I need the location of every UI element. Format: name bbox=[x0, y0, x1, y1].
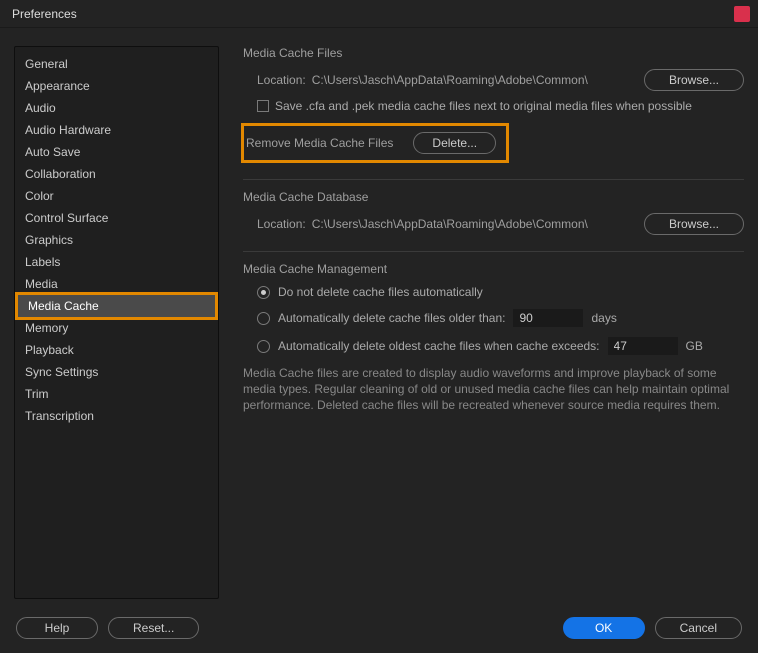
sidebar-item-color[interactable]: Color bbox=[15, 185, 218, 207]
description-text: Media Cache files are created to display… bbox=[243, 365, 744, 413]
days-unit: days bbox=[591, 311, 616, 325]
radio-label: Automatically delete oldest cache files … bbox=[278, 339, 600, 353]
save-next-to-row[interactable]: Save .cfa and .pek media cache files nex… bbox=[243, 99, 744, 113]
sidebar-item-collaboration[interactable]: Collaboration bbox=[15, 163, 218, 185]
section-title: Media Cache Files bbox=[243, 46, 744, 63]
sidebar-item-trim[interactable]: Trim bbox=[15, 383, 218, 405]
sidebar-item-media-cache[interactable]: Media Cache bbox=[18, 295, 215, 317]
radio-label: Automatically delete cache files older t… bbox=[278, 311, 505, 325]
gb-input[interactable] bbox=[608, 337, 678, 355]
divider bbox=[243, 251, 744, 252]
main-panel: Media Cache Files Location: C:\Users\Jas… bbox=[219, 46, 744, 599]
radio-icon[interactable] bbox=[257, 286, 270, 299]
section-title: Media Cache Database bbox=[243, 190, 744, 207]
location-row: Location: C:\Users\Jasch\AppData\Roaming… bbox=[243, 69, 744, 91]
sidebar-highlight: Media Cache bbox=[15, 292, 218, 320]
location-label: Location: bbox=[257, 217, 306, 231]
section-title: Media Cache Management bbox=[243, 262, 744, 279]
sidebar-item-appearance[interactable]: Appearance bbox=[15, 75, 218, 97]
radio-older-than-row[interactable]: Automatically delete cache files older t… bbox=[243, 309, 744, 327]
sidebar-item-audio[interactable]: Audio bbox=[15, 97, 218, 119]
checkbox-label: Save .cfa and .pek media cache files nex… bbox=[275, 99, 692, 113]
location-label: Location: bbox=[257, 73, 306, 87]
browse-button[interactable]: Browse... bbox=[644, 69, 744, 91]
sidebar-item-playback[interactable]: Playback bbox=[15, 339, 218, 361]
reset-button[interactable]: Reset... bbox=[108, 617, 199, 639]
location-value: C:\Users\Jasch\AppData\Roaming\Adobe\Com… bbox=[312, 217, 644, 231]
radio-icon[interactable] bbox=[257, 340, 270, 353]
close-button[interactable] bbox=[734, 6, 750, 22]
sidebar-item-labels[interactable]: Labels bbox=[15, 251, 218, 273]
help-button[interactable]: Help bbox=[16, 617, 98, 639]
checkbox-icon[interactable] bbox=[257, 100, 269, 112]
content-area: General Appearance Audio Audio Hardware … bbox=[0, 28, 758, 609]
sidebar-item-transcription[interactable]: Transcription bbox=[15, 405, 218, 427]
section-media-cache-files: Media Cache Files Location: C:\Users\Jas… bbox=[243, 46, 744, 163]
cancel-button[interactable]: Cancel bbox=[655, 617, 742, 639]
ok-button[interactable]: OK bbox=[563, 617, 645, 639]
sidebar-item-general[interactable]: General bbox=[15, 53, 218, 75]
divider bbox=[243, 179, 744, 180]
browse-button-db[interactable]: Browse... bbox=[644, 213, 744, 235]
delete-button[interactable]: Delete... bbox=[413, 132, 496, 154]
location-row: Location: C:\Users\Jasch\AppData\Roaming… bbox=[243, 213, 744, 235]
preferences-window: Preferences General Appearance Audio Aud… bbox=[0, 0, 758, 653]
sidebar-item-graphics[interactable]: Graphics bbox=[15, 229, 218, 251]
sidebar-item-auto-save[interactable]: Auto Save bbox=[15, 141, 218, 163]
sidebar-item-audio-hardware[interactable]: Audio Hardware bbox=[15, 119, 218, 141]
radio-icon[interactable] bbox=[257, 312, 270, 325]
sidebar-item-sync-settings[interactable]: Sync Settings bbox=[15, 361, 218, 383]
window-title: Preferences bbox=[8, 7, 77, 21]
gb-unit: GB bbox=[686, 339, 703, 353]
radio-label: Do not delete cache files automatically bbox=[278, 285, 483, 299]
radio-no-delete-row[interactable]: Do not delete cache files automatically bbox=[243, 285, 744, 299]
button-bar: Help Reset... OK Cancel bbox=[0, 609, 758, 653]
sidebar: General Appearance Audio Audio Hardware … bbox=[14, 46, 219, 599]
spacer bbox=[209, 617, 552, 639]
location-value: C:\Users\Jasch\AppData\Roaming\Adobe\Com… bbox=[312, 73, 644, 87]
days-input[interactable] bbox=[513, 309, 583, 327]
title-bar: Preferences bbox=[0, 0, 758, 28]
sidebar-item-control-surface[interactable]: Control Surface bbox=[15, 207, 218, 229]
section-media-cache-database: Media Cache Database Location: C:\Users\… bbox=[243, 190, 744, 235]
remove-label: Remove Media Cache Files bbox=[246, 136, 393, 150]
sidebar-item-memory[interactable]: Memory bbox=[15, 317, 218, 339]
section-media-cache-management: Media Cache Management Do not delete cac… bbox=[243, 262, 744, 413]
remove-highlight: Remove Media Cache Files Delete... bbox=[241, 123, 509, 163]
radio-exceeds-row[interactable]: Automatically delete oldest cache files … bbox=[243, 337, 744, 355]
